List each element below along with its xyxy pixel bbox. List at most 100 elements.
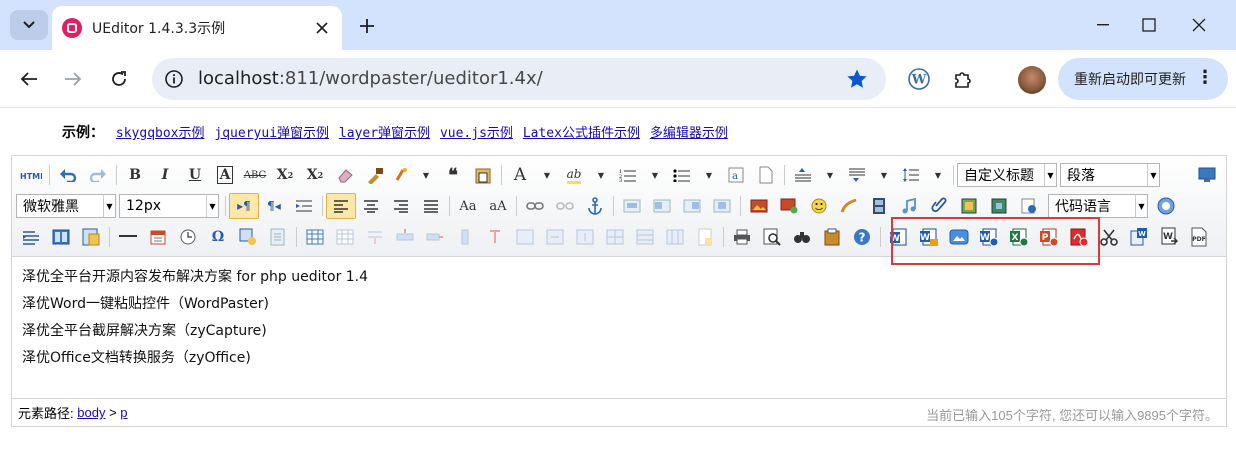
excel-convert-icon[interactable]: X [1004,224,1034,250]
image-center-icon[interactable] [707,193,737,219]
search-replace-icon[interactable] [787,224,817,250]
custom-style-select[interactable]: 自定义标题 ▼ [957,163,1057,187]
table-insert-row-icon[interactable] [390,224,420,250]
scissors-icon[interactable] [1094,224,1124,250]
pdf-convert-icon[interactable] [1064,224,1094,250]
anchor-icon[interactable] [580,193,610,219]
align-left-icon[interactable] [326,193,356,219]
align-right-icon[interactable] [386,193,416,219]
pdf-export-icon[interactable]: PDF [1184,224,1214,250]
table-split-cells-icon[interactable] [600,224,630,250]
table-merge-down-icon[interactable] [570,224,600,250]
table-merge-right-icon[interactable] [540,224,570,250]
attachment-icon[interactable] [924,193,954,219]
bold-icon[interactable]: B [120,162,150,188]
horizontal-rule-icon[interactable] [113,224,143,250]
screen-capture-icon[interactable] [944,224,974,250]
align-justify-icon[interactable] [416,193,446,219]
table-delete-col-icon[interactable] [480,224,510,250]
code-language-select[interactable]: 代码语言 ▼ [1048,194,1148,218]
background-icon[interactable] [76,224,106,250]
image-none-icon[interactable] [617,193,647,219]
dropdown-arrow-icon[interactable]: ▼ [818,162,842,188]
table-delete-row-icon[interactable] [420,224,450,250]
browser-tab[interactable]: UEditor 1.4.3.3示例 [52,6,342,50]
emotion-image-icon[interactable] [774,193,804,219]
ordered-list-icon[interactable]: 123 [613,162,643,188]
underline-icon[interactable]: U [180,162,210,188]
eraser-icon[interactable] [330,162,360,188]
dropdown-arrow-icon[interactable]: ▼ [926,162,950,188]
chart-icon[interactable] [690,224,720,250]
table-insert-para-icon[interactable] [360,224,390,250]
table-delete-icon[interactable] [330,224,360,250]
font-family-select[interactable]: 微软雅黑 ▼ [16,194,116,218]
map-icon[interactable] [954,193,984,219]
forward-button[interactable] [58,64,88,94]
line-height-icon[interactable] [896,162,926,188]
help-icon[interactable]: ? [847,224,877,250]
dropdown-arrow-icon[interactable]: ▼ [414,162,438,188]
insert-video-icon[interactable] [864,193,894,219]
link-vuejs[interactable]: vue.js示例 [440,126,513,141]
redo-icon[interactable] [83,162,113,188]
extensions-puzzle-icon[interactable] [948,64,978,94]
link-latex[interactable]: Latex公式插件示例 [523,126,640,141]
close-tab-icon[interactable] [310,16,334,40]
path-body-link[interactable]: body [77,405,105,420]
table-split-rows-icon[interactable] [630,224,660,250]
address-bar[interactable]: localhost:811/wordpaster/ueditor1.4x/ [152,58,886,100]
date-icon[interactable] [143,224,173,250]
word-import-icon[interactable]: W [914,224,944,250]
indent-icon[interactable] [289,193,319,219]
page-break-icon[interactable] [1151,193,1181,219]
row-spacing-top-icon[interactable] [788,162,818,188]
link-jqueryui[interactable]: jqueryui弹窗示例 [214,126,329,141]
print-icon[interactable] [727,224,757,250]
ppt-convert-icon[interactable]: P [1034,224,1064,250]
wordimage-icon[interactable] [233,224,263,250]
image-right-icon[interactable] [677,193,707,219]
select-all-icon[interactable]: a [721,162,751,188]
minimize-button[interactable] [1080,8,1126,42]
link-layer[interactable]: layer弹窗示例 [339,126,430,141]
strikethrough-icon[interactable]: ABC [240,162,270,188]
template-icon[interactable] [46,224,76,250]
gmap-icon[interactable] [984,193,1014,219]
subscript-icon[interactable]: X2 [300,162,330,188]
time-icon[interactable] [173,224,203,250]
direction-rtl-icon[interactable]: ¶◂ [259,193,289,219]
special-char-icon[interactable]: Ω [203,224,233,250]
word-export-icon[interactable]: W [1154,224,1184,250]
link-skygqbox[interactable]: skygqbox示例 [116,126,205,141]
word-paste-icon[interactable]: W [1124,224,1154,250]
fullscreen-icon[interactable] [1192,162,1222,188]
preview-icon[interactable] [757,224,787,250]
insert-code-icon[interactable] [16,224,46,250]
insert-image-icon[interactable] [744,193,774,219]
reload-button[interactable] [104,64,134,94]
link-multi-editor[interactable]: 多编辑器示例 [650,126,728,141]
format-painter-icon[interactable] [360,162,390,188]
dropdown-arrow-icon[interactable]: ▼ [535,162,559,188]
font-size-select[interactable]: 12px ▼ [119,194,219,218]
italic-icon[interactable]: I [150,162,180,188]
scrawl-icon[interactable] [834,193,864,219]
unordered-list-icon[interactable] [667,162,697,188]
dropdown-arrow-icon[interactable]: ▼ [697,162,721,188]
path-p-link[interactable]: p [120,405,127,420]
wordpress-extension-icon[interactable]: W [904,64,934,94]
tab-search-button[interactable] [10,10,48,40]
table-merge-cells-icon[interactable] [510,224,540,250]
drafts-icon[interactable] [817,224,847,250]
undo-icon[interactable] [53,162,83,188]
font-color-icon[interactable]: A [505,162,535,188]
editor-content[interactable]: 泽优全平台开源内容发布解决方案 for php ueditor 1.4 泽优Wo… [12,258,1226,398]
source-html-icon[interactable]: HTML [16,162,46,188]
table-insert-col-icon[interactable] [450,224,480,250]
maximize-button[interactable] [1126,8,1172,42]
blockquote-icon[interactable]: ❝ [438,162,468,188]
uppercase-icon[interactable]: Aa [453,193,483,219]
kebab-menu-icon[interactable]: ⋮ [1196,68,1214,86]
close-window-button[interactable] [1176,8,1222,42]
